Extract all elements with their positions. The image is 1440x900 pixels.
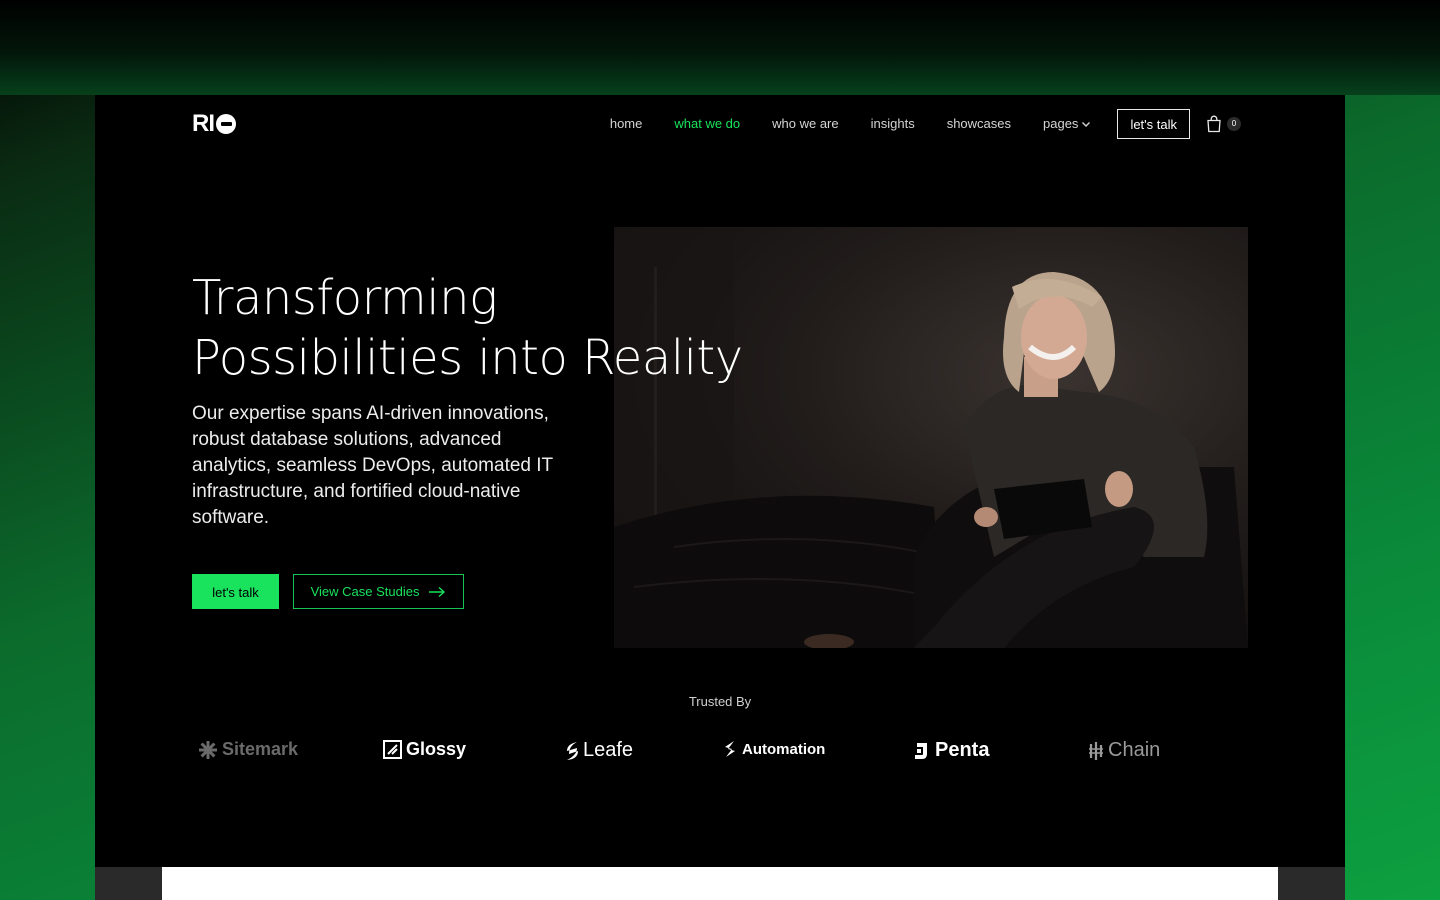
nav-what-we-do[interactable]: what we do <box>674 116 740 131</box>
automation-logo: Automation <box>722 740 825 758</box>
hero-description: Our expertise spans AI-driven innovation… <box>192 403 553 528</box>
nav-pages-label: pages <box>1043 116 1079 131</box>
background-glow <box>0 0 1440 95</box>
view-case-studies-label: View Case Studies <box>310 584 420 599</box>
header-talk-button[interactable]: let's talk <box>1117 108 1190 139</box>
hero-title: Transforming Possibilities into Reality <box>192 268 752 388</box>
cart-button[interactable]: 0 <box>1206 115 1241 133</box>
penta-text: Penta <box>935 739 990 761</box>
view-case-studies-button[interactable]: View Case Studies <box>293 574 464 609</box>
sitemark-logo: Sitemark <box>198 739 298 760</box>
chevron-down-icon <box>1082 121 1091 127</box>
chain-icon <box>1089 741 1103 760</box>
arrow-right-icon <box>429 586 446 597</box>
nav-insights[interactable]: insights <box>871 116 915 131</box>
leafe-icon <box>567 741 578 760</box>
glossy-icon <box>383 740 402 759</box>
cart-count-badge: 0 <box>1227 116 1241 131</box>
sitemark-text: Sitemark <box>222 739 299 759</box>
nav-who-we-are[interactable]: who we are <box>772 116 838 131</box>
logo-mark <box>216 114 236 134</box>
nav-home[interactable]: home <box>610 116 643 131</box>
automation-text: Automation <box>742 740 826 758</box>
shopping-bag-icon <box>1207 115 1221 132</box>
chain-text: Chain <box>1108 739 1161 761</box>
page-frame: RI home what we do who we are insights s… <box>95 95 1345 900</box>
glossy-logo: Glossy <box>383 739 466 760</box>
nav-pages[interactable]: pages <box>1043 116 1091 131</box>
chain-logo: Chain <box>1088 739 1160 762</box>
penta-logo: Penta <box>911 739 989 762</box>
logo[interactable]: RI <box>192 110 236 137</box>
automation-icon <box>725 741 735 757</box>
trusted-by-heading: Trusted By <box>688 694 752 709</box>
next-section-card <box>162 867 1278 900</box>
hero-title-line-2: Possibilities into Reality <box>192 330 743 386</box>
leafe-logo: Leafe <box>565 739 633 762</box>
trusted-logos: Sitemark Glossy Leafe Automation Penta C… <box>198 736 1198 766</box>
main-nav: home what we do who we are insights show… <box>578 107 1241 140</box>
glossy-text: Glossy <box>406 739 467 759</box>
logo-text: RI <box>192 110 215 137</box>
leafe-text: Leafe <box>583 739 634 761</box>
sitemark-icon <box>199 740 217 759</box>
hero-title-line-1: Transforming <box>192 270 498 326</box>
penta-icon <box>915 742 927 759</box>
hero-talk-button[interactable]: let's talk <box>192 574 279 609</box>
nav-showcases[interactable]: showcases <box>947 116 1011 131</box>
